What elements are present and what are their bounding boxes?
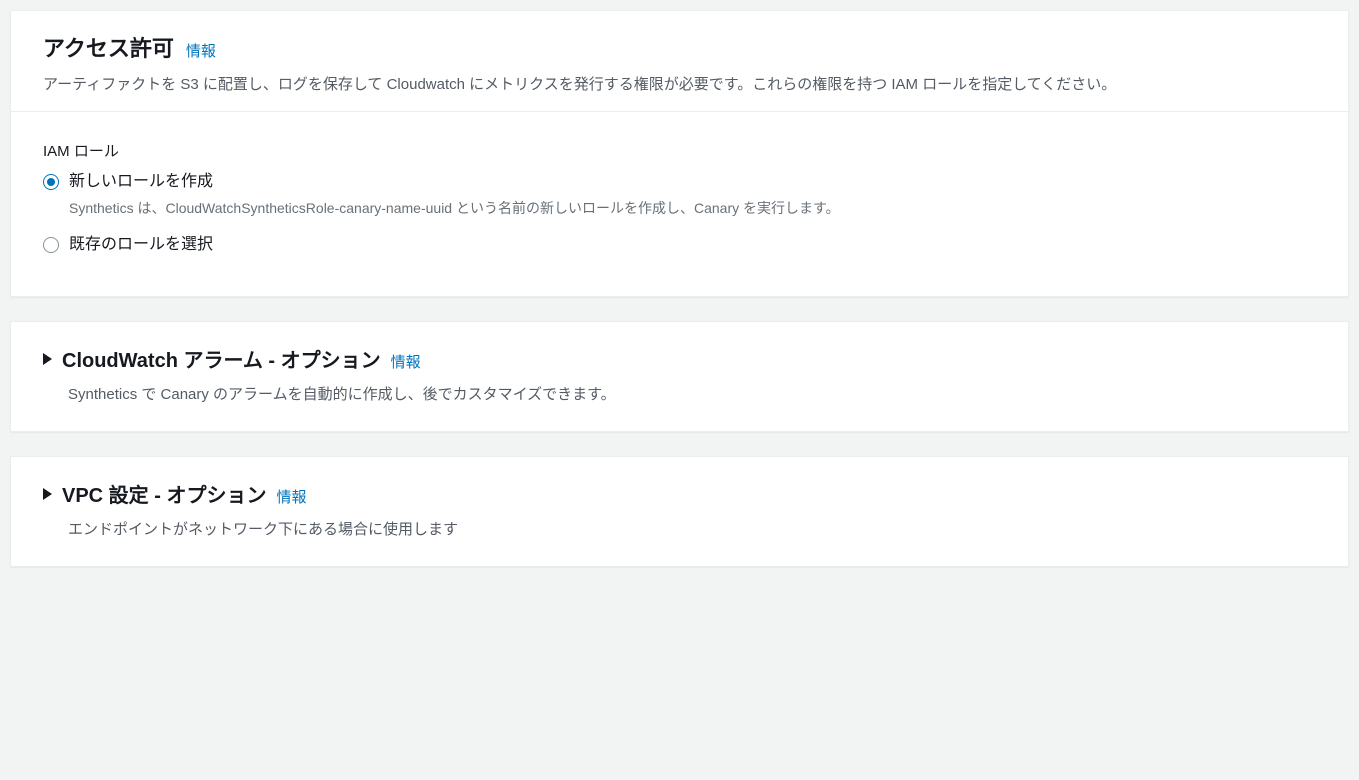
iam-role-label: IAM ロール [43,140,1316,161]
cloudwatch-alarms-info-link[interactable]: 情報 [391,351,421,372]
radio-icon [43,237,59,253]
radio-label: 既存のロールを選択 [69,234,1316,256]
permissions-info-link[interactable]: 情報 [186,40,216,61]
vpc-settings-description: エンドポイントがネットワーク下にある場合に使用します [68,518,1316,542]
vpc-settings-panel: VPC 設定 - オプション 情報 エンドポイントがネットワーク下にある場合に使… [10,456,1349,567]
permissions-description: アーティファクトを S3 に配置し、ログを保存して Cloudwatch にメト… [43,73,1316,97]
vpc-settings-title: VPC 設定 - オプション [62,479,266,508]
permissions-title: アクセス許可 [43,31,174,63]
radio-select-existing-role[interactable]: 既存のロールを選択 [43,234,1316,256]
radio-content: 新しいロールを作成 Synthetics は、CloudWatchSynthet… [69,171,1316,220]
radio-label: 新しいロールを作成 [69,171,1316,193]
permissions-title-row: アクセス許可 情報 [43,31,1316,63]
cloudwatch-alarms-description: Synthetics で Canary のアラームを自動的に作成し、後でカスタマ… [68,383,1316,407]
cloudwatch-alarms-title: CloudWatch アラーム - オプション [62,344,381,373]
permissions-panel: アクセス許可 情報 アーティファクトを S3 に配置し、ログを保存して Clou… [10,10,1349,297]
vpc-settings-header[interactable]: VPC 設定 - オプション 情報 [43,479,1316,508]
permissions-body: IAM ロール 新しいロールを作成 Synthetics は、CloudWatc… [11,111,1348,296]
radio-icon [43,174,59,190]
cloudwatch-alarms-panel: CloudWatch アラーム - オプション 情報 Synthetics で … [10,321,1349,432]
chevron-right-icon [43,488,52,500]
radio-content: 既存のロールを選択 [69,234,1316,256]
chevron-right-icon [43,353,52,365]
radio-create-new-role[interactable]: 新しいロールを作成 Synthetics は、CloudWatchSynthet… [43,171,1316,220]
vpc-settings-info-link[interactable]: 情報 [276,486,306,507]
radio-description: Synthetics は、CloudWatchSyntheticsRole-ca… [69,197,849,219]
permissions-header: アクセス許可 情報 アーティファクトを S3 に配置し、ログを保存して Clou… [11,11,1348,111]
cloudwatch-alarms-header[interactable]: CloudWatch アラーム - オプション 情報 [43,344,1316,373]
